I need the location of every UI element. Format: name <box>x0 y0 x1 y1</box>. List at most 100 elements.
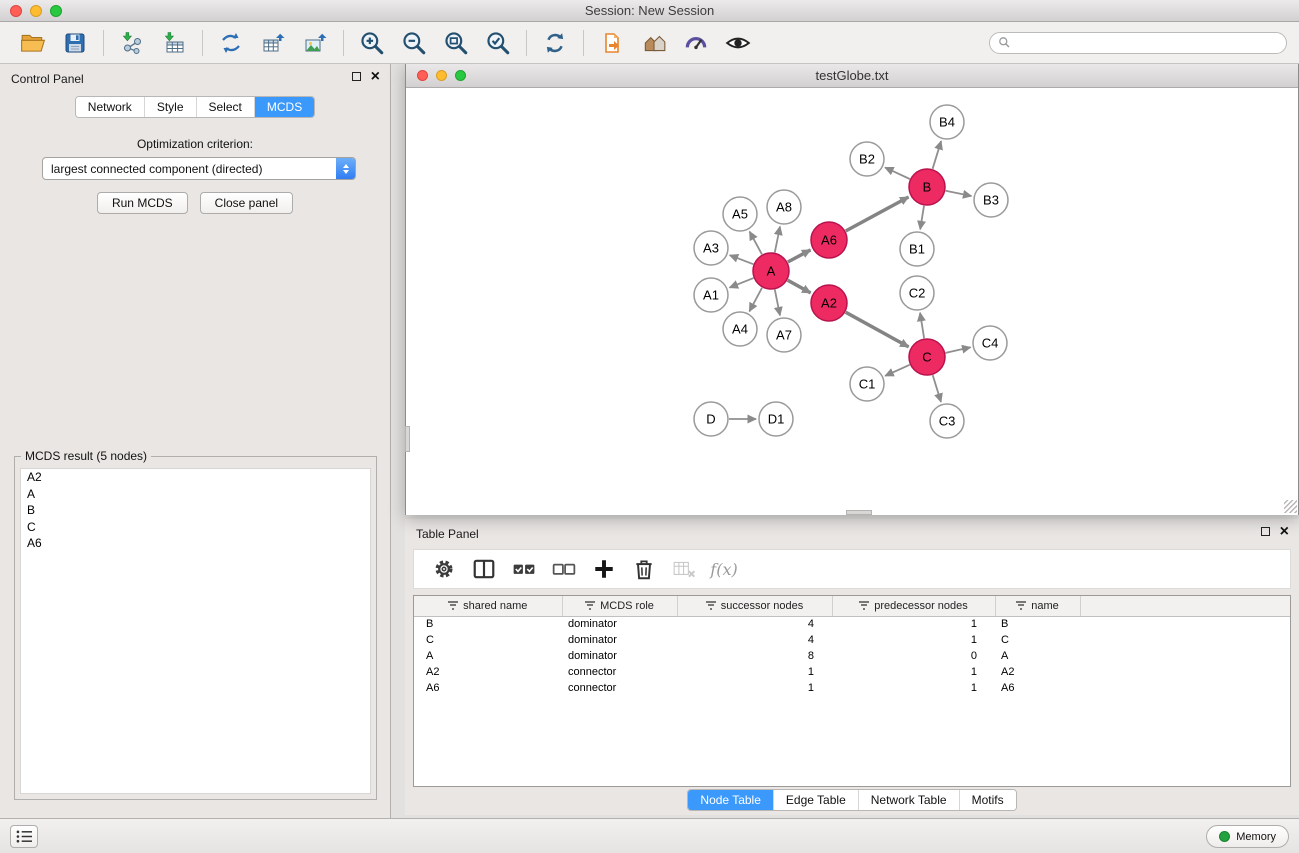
zoom-out-button[interactable] <box>393 26 435 60</box>
network-node-B4[interactable]: B4 <box>930 105 964 139</box>
control-panel-tab[interactable]: MCDS <box>254 97 314 117</box>
table-tab[interactable]: Network Table <box>858 790 959 810</box>
window-resize-grip[interactable] <box>1284 500 1297 513</box>
network-edge-A2-C[interactable] <box>846 312 909 347</box>
pane-divider-handle[interactable] <box>405 426 410 452</box>
table-settings-button[interactable] <box>426 553 462 585</box>
zoom-window-button[interactable] <box>50 5 62 17</box>
graphics-details-button[interactable] <box>675 26 717 60</box>
network-node-C[interactable]: C <box>909 339 945 375</box>
network-edge-A6-B[interactable] <box>846 197 909 231</box>
network-node-A2[interactable]: A2 <box>811 285 847 321</box>
column-options-icon[interactable] <box>859 601 869 610</box>
network-edge-C-C3[interactable] <box>933 375 941 402</box>
node-table-row[interactable]: A2connector11A2 <box>414 664 1290 680</box>
network-node-D[interactable]: D <box>694 402 728 436</box>
node-table-row[interactable]: A6connector11A6 <box>414 680 1290 696</box>
network-node-C4[interactable]: C4 <box>973 326 1007 360</box>
network-edge-C-C1[interactable] <box>885 365 910 376</box>
task-history-button[interactable] <box>10 825 38 848</box>
network-edge-A-A5[interactable] <box>750 232 762 255</box>
network-edge-A-A1[interactable] <box>730 278 754 288</box>
network-window-titlebar[interactable]: testGlobe.txt <box>406 64 1298 88</box>
mcds-result-item[interactable]: B <box>21 502 370 519</box>
network-edge-B-B3[interactable] <box>946 191 972 196</box>
save-session-button[interactable] <box>54 26 96 60</box>
run-mcds-button[interactable]: Run MCDS <box>97 192 188 214</box>
close-table-panel-icon[interactable]: × <box>1280 526 1289 537</box>
memory-button[interactable]: Memory <box>1206 825 1289 848</box>
network-node-C2[interactable]: C2 <box>900 276 934 310</box>
node-table-row[interactable]: Cdominator41C <box>414 632 1290 648</box>
float-panel-icon[interactable] <box>352 72 361 81</box>
mcds-result-item[interactable]: C <box>21 519 370 536</box>
column-header-name[interactable]: name <box>995 596 1080 616</box>
network-edge-C-C2[interactable] <box>920 313 924 338</box>
open-session-button[interactable] <box>591 26 633 60</box>
column-header-successor-nodes[interactable]: successor nodes <box>677 596 832 616</box>
open-file-button[interactable] <box>12 26 54 60</box>
add-column-button[interactable] <box>586 553 622 585</box>
network-node-A3[interactable]: A3 <box>694 231 728 265</box>
network-edge-C-C4[interactable] <box>946 347 971 353</box>
network-edge-A-A7[interactable] <box>775 290 780 316</box>
column-header-mcds-role[interactable]: MCDS role <box>562 596 677 616</box>
table-tab[interactable]: Motifs <box>959 790 1016 810</box>
pane-divider-handle[interactable] <box>846 510 872 515</box>
close-panel-icon[interactable]: × <box>371 71 380 82</box>
column-options-icon[interactable] <box>1016 601 1026 610</box>
network-node-A[interactable]: A <box>753 253 789 289</box>
control-panel-tab[interactable]: Style <box>144 97 196 117</box>
mcds-result-list[interactable]: A2ABCA6 <box>20 468 371 794</box>
control-panel-tab[interactable]: Select <box>196 97 254 117</box>
table-tab[interactable]: Node Table <box>688 790 773 810</box>
zoom-fit-button[interactable] <box>435 26 477 60</box>
network-node-B3[interactable]: B3 <box>974 183 1008 217</box>
network-node-A1[interactable]: A1 <box>694 278 728 312</box>
delete-column-button[interactable] <box>626 553 662 585</box>
column-options-icon[interactable] <box>706 601 716 610</box>
network-window-close-button[interactable] <box>417 70 428 81</box>
column-options-icon[interactable] <box>585 601 595 610</box>
network-overview-button[interactable] <box>633 26 675 60</box>
network-node-A5[interactable]: A5 <box>723 197 757 231</box>
network-edge-B-B2[interactable] <box>885 168 910 180</box>
network-node-C3[interactable]: C3 <box>930 404 964 438</box>
node-table-row[interactable]: Bdominator41B <box>414 616 1290 632</box>
close-window-button[interactable] <box>10 5 22 17</box>
network-node-A6[interactable]: A6 <box>811 222 847 258</box>
network-edge-A-A2[interactable] <box>788 280 811 293</box>
control-panel-tab[interactable]: Network <box>76 97 144 117</box>
network-edge-A-A4[interactable] <box>749 288 762 312</box>
node-table-row[interactable]: Adominator80A <box>414 648 1290 664</box>
network-node-C1[interactable]: C1 <box>850 367 884 401</box>
network-canvas[interactable]: B4B2BB3A5A8A6A3B1AC2A1A2A4A7C4CC1C3DD1 <box>406 89 1298 515</box>
network-edge-B-B4[interactable] <box>933 141 942 169</box>
network-edge-A-A3[interactable] <box>730 255 754 264</box>
network-edge-A-A8[interactable] <box>775 227 780 253</box>
function-builder-button[interactable]: f(x) <box>706 553 742 585</box>
network-window-minimize-button[interactable] <box>436 70 447 81</box>
apply-layout-button[interactable] <box>534 26 576 60</box>
network-edge-B-B1[interactable] <box>920 206 924 230</box>
column-header-predecessor-nodes[interactable]: predecessor nodes <box>832 596 995 616</box>
export-image-button[interactable] <box>294 26 336 60</box>
column-options-icon[interactable] <box>448 601 458 610</box>
export-table-button[interactable] <box>252 26 294 60</box>
float-table-panel-icon[interactable] <box>1261 527 1270 536</box>
optimization-criterion-select[interactable]: largest connected component (directed) <box>42 157 356 180</box>
birds-eye-view-button[interactable] <box>717 26 759 60</box>
zoom-in-button[interactable] <box>351 26 393 60</box>
network-node-A7[interactable]: A7 <box>767 318 801 352</box>
mcds-result-item[interactable]: A2 <box>21 469 370 486</box>
zoom-selected-button[interactable] <box>477 26 519 60</box>
network-node-A8[interactable]: A8 <box>767 190 801 224</box>
export-network-button[interactable] <box>210 26 252 60</box>
network-node-A4[interactable]: A4 <box>723 312 757 346</box>
search-input[interactable] <box>1016 36 1278 50</box>
network-node-B1[interactable]: B1 <box>900 232 934 266</box>
delete-table-button[interactable] <box>666 553 702 585</box>
deselect-all-button[interactable] <box>546 553 582 585</box>
column-header-shared-name[interactable]: shared name <box>414 596 562 616</box>
network-node-B2[interactable]: B2 <box>850 142 884 176</box>
